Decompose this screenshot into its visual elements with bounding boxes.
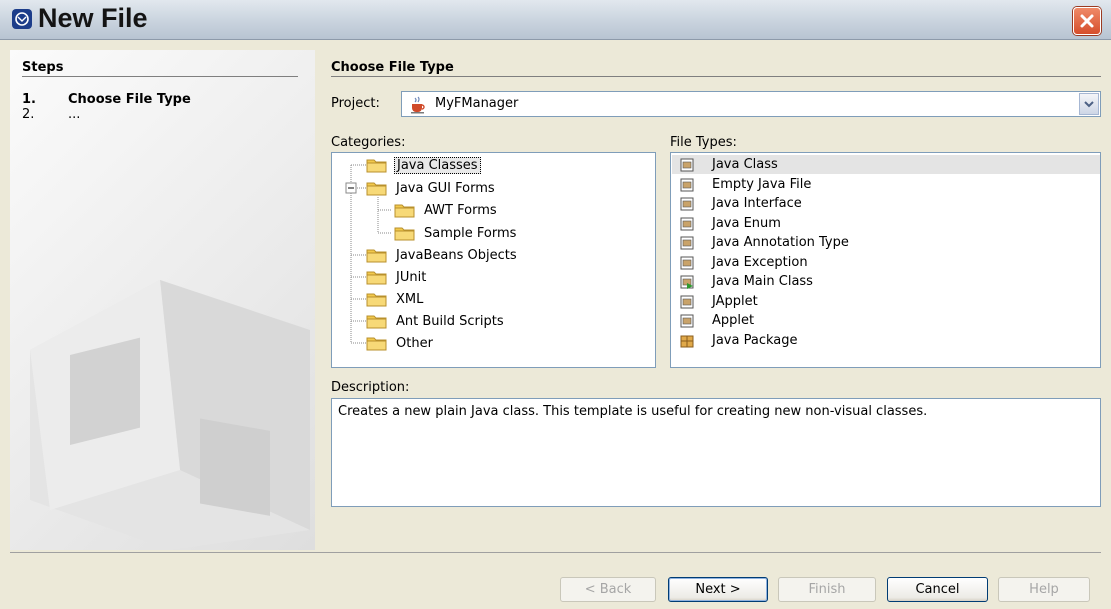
new-file-dialog: New File Steps 1. Choose File Type 2.... …: [0, 0, 1111, 609]
project-label: Project:: [331, 96, 380, 111]
file-type-java-package[interactable]: Java Package: [672, 331, 1100, 350]
description-label: Description:: [331, 380, 410, 395]
steps-heading: Steps: [22, 60, 64, 75]
project-value: MyFManager: [435, 96, 519, 111]
folder-icon: [366, 159, 387, 173]
folder-icon: [366, 182, 387, 196]
help-button[interactable]: Help: [998, 577, 1090, 602]
step-item-1: 1. Choose File Type: [22, 92, 191, 107]
tree-item-label: Ant Build Scripts: [396, 313, 504, 329]
watermark-cube-image: [30, 280, 310, 550]
tree-item-java-classes[interactable]: Java Classes: [366, 155, 481, 175]
title-bar[interactable]: New File: [0, 0, 1111, 40]
tree-item-junit[interactable]: JUnit: [366, 267, 428, 287]
tree-item-awt-forms[interactable]: AWT Forms: [394, 200, 499, 220]
folder-icon: [394, 227, 415, 241]
file-type-label: Java Package: [712, 333, 798, 348]
file-type-label: JApplet: [712, 294, 758, 309]
tree-item-javabeans-objects[interactable]: JavaBeans Objects: [366, 245, 519, 265]
page-title: Choose File Type: [331, 60, 454, 75]
folder-icon: [394, 204, 415, 218]
dialog-title: New File: [38, 3, 148, 33]
file-type-java-enum[interactable]: Java Enum: [672, 214, 1100, 233]
dropdown-button[interactable]: [1079, 93, 1099, 115]
file-type-label: Java Annotation Type: [712, 235, 849, 250]
project-combobox[interactable]: MyFManager: [401, 91, 1101, 117]
java-file-icon: [680, 158, 694, 171]
tree-item-xml[interactable]: XML: [366, 289, 425, 309]
java-cup-icon: [411, 96, 425, 114]
tree-item-label: Other: [396, 335, 433, 351]
file-type-label: Applet: [712, 313, 755, 328]
java-file-icon: [680, 197, 694, 210]
file-type-label: Java Main Class: [712, 274, 813, 289]
tree-item-java-gui-forms[interactable]: Java GUI Forms: [366, 178, 497, 198]
tree-item-other[interactable]: Other: [366, 333, 435, 353]
close-button[interactable]: [1073, 7, 1101, 35]
java-file-icon: [680, 256, 694, 269]
tree-item-label: Java GUI Forms: [396, 180, 495, 196]
file-type-java-exception[interactable]: Java Exception: [672, 253, 1100, 272]
tree-item-label: JUnit: [396, 269, 427, 285]
step-item-2: 2....: [22, 107, 80, 122]
step-number: 1.: [22, 92, 36, 107]
steps-panel: [10, 50, 315, 550]
netbeans-icon: [12, 9, 32, 29]
tree-item-sample-forms[interactable]: Sample Forms: [394, 223, 518, 243]
description-area[interactable]: Creates a new plain Java class. This tem…: [331, 398, 1101, 507]
tree-item-label: XML: [396, 291, 424, 307]
categories-label: Categories:: [331, 135, 406, 150]
footer-divider: [10, 552, 1101, 553]
tree-item-label: Sample Forms: [424, 225, 517, 241]
step-label: Choose File Type: [68, 92, 191, 107]
java-file-icon: [680, 178, 694, 191]
close-icon: [1080, 14, 1094, 28]
next-button[interactable]: Next >: [668, 577, 768, 602]
tree-item-label: JavaBeans Objects: [396, 247, 517, 263]
file-types-label: File Types:: [670, 135, 737, 150]
step-number: 2.: [22, 107, 35, 122]
folder-icon: [366, 271, 387, 285]
java-main-class-icon: [680, 275, 694, 289]
file-type-empty-java-file[interactable]: Empty Java File: [672, 175, 1100, 194]
back-button[interactable]: < Back: [560, 577, 656, 602]
folder-icon: [366, 293, 387, 307]
main-divider: [331, 76, 1101, 77]
categories-tree[interactable]: Java Classes Java GUI Forms AWT Forms Sa…: [331, 152, 656, 368]
finish-button[interactable]: Finish: [778, 577, 876, 602]
java-file-icon: [680, 217, 694, 230]
file-types-list[interactable]: Java Class Empty Java File Java Interfac…: [670, 152, 1101, 368]
cancel-button[interactable]: Cancel: [887, 577, 988, 602]
chevron-down-icon: [1084, 101, 1094, 108]
tree-item-ant-build-scripts[interactable]: Ant Build Scripts: [366, 311, 506, 331]
step-label: ...: [68, 107, 81, 122]
file-type-java-interface[interactable]: Java Interface: [672, 194, 1100, 213]
folder-icon: [366, 249, 387, 263]
file-type-java-annotation-type[interactable]: Java Annotation Type: [672, 233, 1100, 252]
file-type-label: Java Enum: [712, 216, 781, 231]
description-text: Creates a new plain Java class. This tem…: [338, 404, 928, 419]
file-type-japplet[interactable]: JApplet: [672, 292, 1100, 311]
file-type-label: Java Class: [712, 157, 778, 172]
package-icon: [680, 335, 694, 347]
file-type-applet[interactable]: Applet: [672, 311, 1100, 330]
file-type-label: Java Interface: [712, 196, 802, 211]
java-file-icon: [680, 295, 694, 308]
tree-item-label: Java Classes: [394, 156, 481, 174]
steps-divider: [22, 76, 298, 77]
file-type-java-class[interactable]: Java Class: [672, 155, 1100, 174]
java-file-icon: [680, 314, 694, 327]
folder-icon: [366, 315, 387, 329]
folder-icon: [366, 337, 387, 351]
file-type-label: Empty Java File: [712, 177, 812, 192]
java-file-icon: [680, 236, 694, 249]
tree-item-label: AWT Forms: [424, 202, 497, 218]
file-type-java-main-class[interactable]: Java Main Class: [672, 272, 1100, 291]
file-type-label: Java Exception: [712, 255, 808, 270]
